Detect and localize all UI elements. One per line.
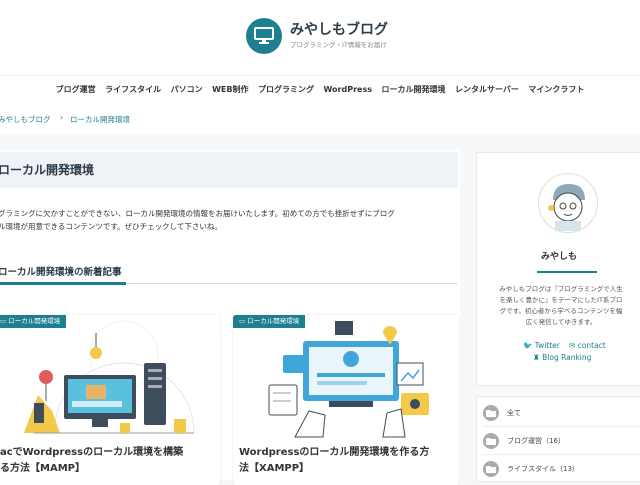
article-title-mamp[interactable]: acでWordpressのローカル環境を構築 る方法【MAMP】 [0, 445, 214, 477]
new-articles-heading: ローカル開発環境の新着記事 [0, 267, 122, 278]
category-item-blog-management[interactable]: ブログ運営（16） [477, 427, 640, 455]
breadcrumb-current[interactable]: ローカル開発環境 [70, 114, 130, 125]
article-card-xampp[interactable]: ▭ ローカル開発環境 Wordpressのローカル開発環境を作る方 法【XAMP… [233, 315, 459, 485]
article-title-xampp[interactable]: Wordpressのローカル開発環境を作る方 法【XAMPP】 [239, 445, 453, 477]
nav-item-minecraft[interactable]: マインクラフト [528, 84, 584, 95]
profile-name: みやしも [540, 252, 577, 262]
nav-item-rental-server[interactable]: レンタルサーバー [455, 84, 519, 95]
category-badge-label: ローカル開発環境 [247, 317, 300, 325]
category-badge-label: ローカル開発環境 [8, 317, 61, 325]
site-header: みやしもブログ プログラミング・IT情報をお届け [0, 0, 640, 75]
nav-item-lifestyle[interactable]: ライフスタイル [105, 84, 161, 95]
folder-icon [483, 461, 499, 477]
site-logo[interactable] [246, 18, 282, 54]
category-description-line2: ル環境が用意できるコンテンツです。ぜひチェックして下さいね。 [0, 222, 222, 231]
profile-text-line: を楽しく豊かに』をテーマにしたIT系ブロ [499, 296, 623, 304]
nav-item-programming[interactable]: プログラミング [258, 84, 314, 95]
mail-icon: ✉ [569, 341, 578, 350]
article-title-line: acでWordpressのローカル環境を構築 [0, 447, 184, 458]
nav-item-pc[interactable]: パソコン [171, 84, 203, 95]
category-item-label: ライフスタイル（13） [507, 465, 579, 473]
folder-icon [483, 405, 499, 421]
category-item-all[interactable]: 全て [477, 399, 640, 427]
profile-text-line: グです。初心者から学べるコンテンツを幅 [499, 307, 623, 315]
heading-accent-line [0, 282, 126, 285]
page-title: ローカル開発環境 [0, 163, 95, 177]
article-title-line: 法【XAMPP】 [239, 463, 310, 474]
profile-widget: みやしも みやしもブログは『プログラミングで人生 を楽しく豊かに』をテーマにした… [476, 152, 640, 386]
global-nav: ブログ運営 ライフスタイル パソコン WEB制作 プログラミング WordPre… [0, 75, 640, 104]
breadcrumb-home[interactable]: みやしもブログ [0, 114, 51, 125]
category-item-lifestyle[interactable]: ライフスタイル（13） [477, 455, 640, 483]
site-description: プログラミング・IT情報をお届け [290, 41, 387, 49]
avatar [538, 173, 598, 233]
monitor-icon [254, 27, 274, 44]
nav-item-wordpress[interactable]: WordPress [324, 85, 372, 94]
category-badge: ▭ ローカル開発環境 [0, 315, 67, 328]
profile-text-line: 広く発信してゆきます。 [525, 318, 597, 326]
article-title-line: る方法【MAMP】 [0, 463, 85, 474]
article-thumbnail-mamp[interactable] [0, 315, 220, 441]
chevron-right-icon: › [60, 113, 64, 122]
folder-icon: ▭ [0, 317, 9, 325]
profile-text-line: みやしもブログは『プログラミングで人生 [499, 285, 623, 293]
blog-ranking-label: Blog Ranking [542, 353, 592, 362]
twitter-link[interactable]: 🐦 Twitter [523, 341, 560, 350]
category-title-box: ローカル開発環境 [0, 152, 458, 188]
twitter-link-label: Twitter [534, 341, 560, 350]
nav-item-blog-management[interactable]: ブログ運営 [56, 84, 96, 95]
folder-icon: ▭ [239, 317, 248, 325]
category-item-label: 全て [507, 409, 521, 417]
contact-link-label: contact [577, 341, 606, 350]
article-title-line: Wordpressのローカル開発環境を作る方 [239, 447, 430, 458]
main-content: ローカル開発環境 グラミングに欠かすことができない、ローカル開発環境の情報をお届… [0, 150, 460, 485]
nav-item-web[interactable]: WEB制作 [212, 84, 248, 95]
article-thumbnail-xampp[interactable] [233, 315, 459, 441]
blog-ranking-link[interactable]: ♜ Blog Ranking [533, 353, 591, 362]
breadcrumb: みやしもブログ › ローカル開発環境 [0, 102, 640, 134]
category-list-widget: 全て ブログ運営（16） ライフスタイル（13） [476, 396, 640, 482]
contact-link[interactable]: ✉ contact [569, 341, 606, 350]
ranking-icon: ♜ [533, 353, 543, 362]
twitter-icon: 🐦 [523, 341, 535, 350]
nav-item-local-dev[interactable]: ローカル開発環境 [381, 84, 445, 95]
article-card-mamp[interactable]: ▭ ローカル開発環境 acでWordpressのローカル環境を構築 る方法【MA… [0, 315, 220, 485]
site-title[interactable]: みやしもブログ [290, 19, 388, 39]
category-badge: ▭ ローカル開発環境 [233, 315, 306, 328]
category-item-label: ブログ運営（16） [507, 437, 565, 445]
profile-name-underline [537, 271, 597, 273]
folder-icon [483, 433, 499, 449]
category-description-line1: グラミングに欠かすことができない、ローカル開発環境の情報をお届けいたします。初め… [0, 209, 395, 218]
